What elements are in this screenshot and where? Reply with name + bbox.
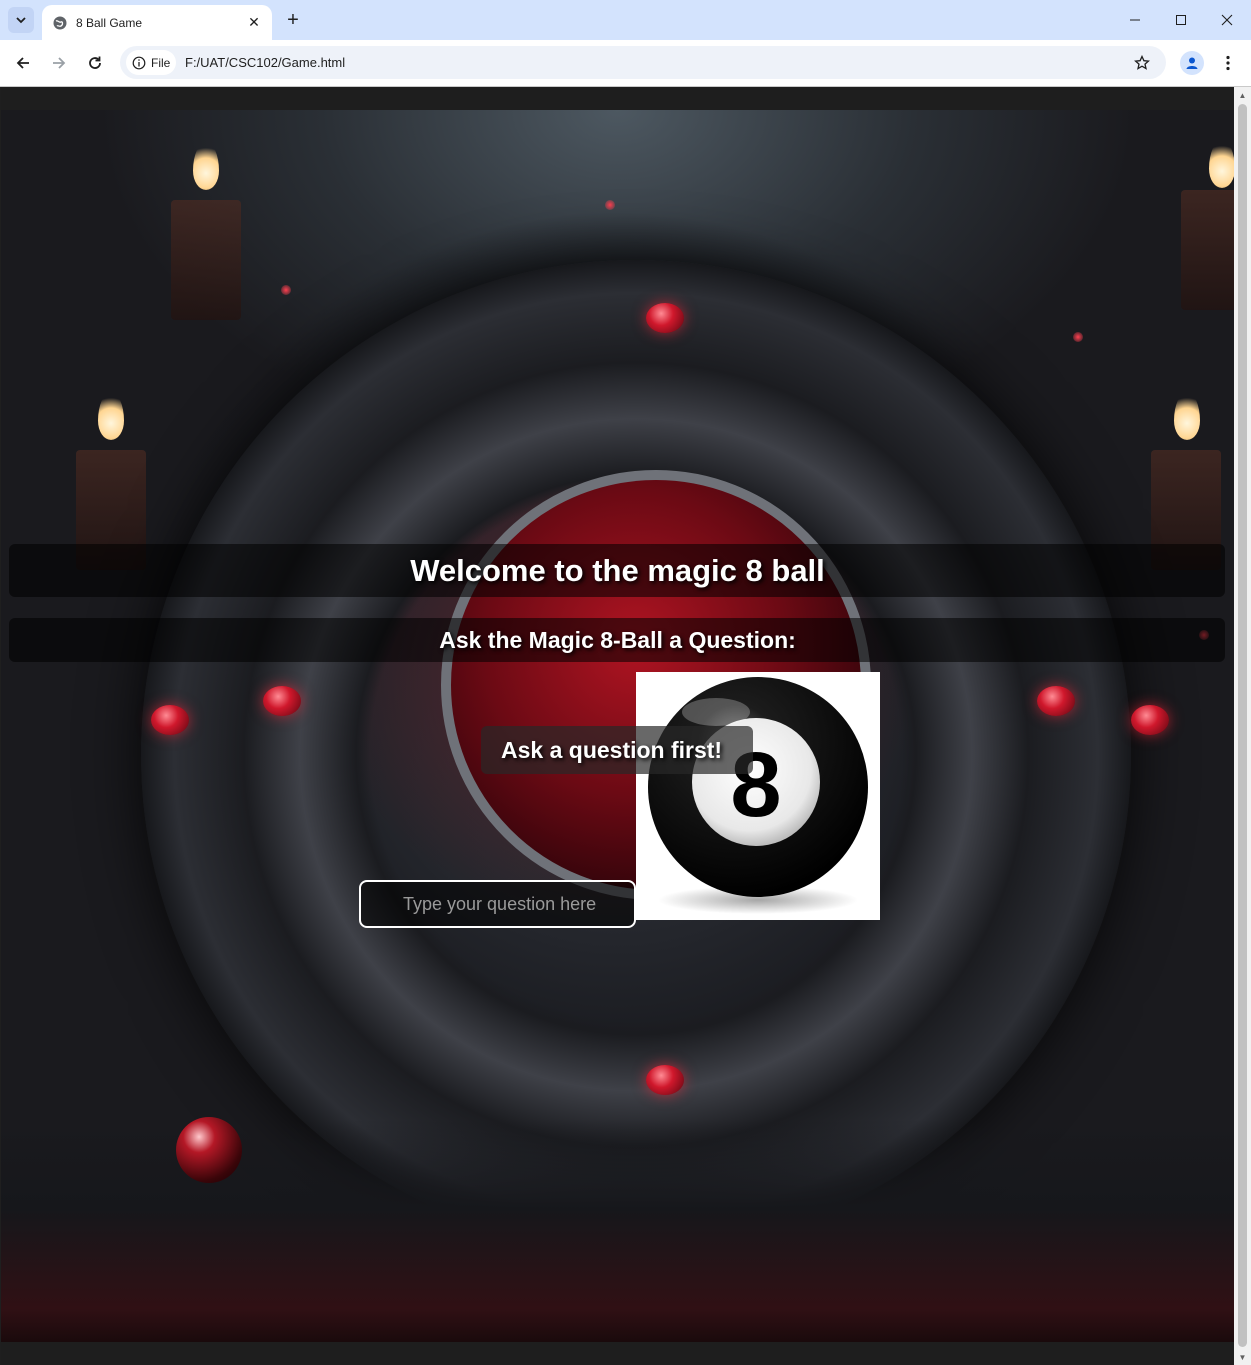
red-gem [1131, 705, 1169, 735]
new-tab-button[interactable]: + [281, 8, 305, 32]
eight-ball-icon: 8 [648, 677, 868, 914]
ember [1073, 332, 1083, 342]
scroll-thumb[interactable] [1238, 104, 1247, 1347]
person-icon [1186, 57, 1198, 69]
tab-close-button[interactable]: ✕ [246, 14, 262, 31]
arrow-right-icon [53, 57, 66, 69]
candle-flame [193, 142, 219, 190]
info-icon [132, 56, 146, 69]
browser-menu-button[interactable] [1218, 51, 1238, 75]
star-icon [1134, 55, 1150, 70]
close-icon [1221, 14, 1233, 26]
browser-chrome: 8 Ball Game ✕ + File F:/UAT/CSC102/Game.… [0, 0, 1251, 87]
candle-flame [1209, 140, 1234, 188]
chevron-down-icon [16, 17, 26, 24]
browser-toolbar: File F:/UAT/CSC102/Game.html [0, 40, 1251, 87]
arrow-left-icon [16, 57, 29, 69]
eight-ball-image[interactable]: 8 [636, 672, 880, 920]
close-window-button[interactable] [1204, 0, 1250, 40]
tab-title: 8 Ball Game [76, 15, 143, 30]
tab-search-button[interactable] [8, 7, 34, 33]
reload-button[interactable] [82, 50, 108, 76]
ember [605, 200, 615, 210]
page-title: Welcome to the magic 8 ball [410, 553, 825, 588]
page-viewport: Welcome to the magic 8 ball Ask the Magi… [1, 87, 1234, 1365]
site-info-chip[interactable]: File [126, 50, 176, 75]
globe-icon [53, 16, 67, 29]
scroll-down-arrow[interactable]: ▼ [1238, 1352, 1247, 1362]
site-info-label: File [151, 55, 171, 70]
answer-text: Ask a question first! [501, 737, 723, 763]
red-gem [1037, 686, 1075, 716]
red-gem [646, 1065, 684, 1095]
minimize-icon [1130, 19, 1140, 21]
ember [281, 285, 291, 295]
red-gem [646, 303, 684, 333]
forward-button[interactable] [46, 50, 72, 76]
red-gem [263, 686, 301, 716]
profile-button[interactable] [1180, 51, 1204, 75]
small-red-sphere [176, 1117, 242, 1183]
back-button[interactable] [10, 50, 36, 76]
reload-icon [89, 56, 101, 69]
browser-tab[interactable]: 8 Ball Game ✕ [42, 5, 272, 40]
bookmark-button[interactable] [1132, 53, 1152, 73]
vertical-scrollbar[interactable]: ▲ ▼ [1234, 87, 1251, 1365]
candle-image [171, 200, 241, 320]
url-text[interactable]: F:/UAT/CSC102/Game.html [185, 55, 345, 70]
candle-flame [1174, 392, 1200, 440]
page-bottom-strip [1, 1342, 1234, 1365]
page-top-strip [1, 87, 1234, 110]
kebab-menu-icon [1226, 55, 1230, 71]
tab-strip: 8 Ball Game ✕ + [0, 0, 1251, 40]
red-gem [151, 705, 189, 735]
candle-flame [98, 392, 124, 440]
maximize-icon [1176, 15, 1186, 25]
candle-image [1181, 190, 1234, 310]
page-subtitle: Ask the Magic 8-Ball a Question: [439, 627, 796, 653]
address-bar[interactable]: File F:/UAT/CSC102/Game.html [120, 46, 1166, 79]
maximize-button[interactable] [1158, 0, 1204, 40]
question-input[interactable] [359, 880, 636, 928]
minimize-button[interactable] [1112, 0, 1158, 40]
scroll-up-arrow[interactable]: ▲ [1238, 90, 1247, 100]
